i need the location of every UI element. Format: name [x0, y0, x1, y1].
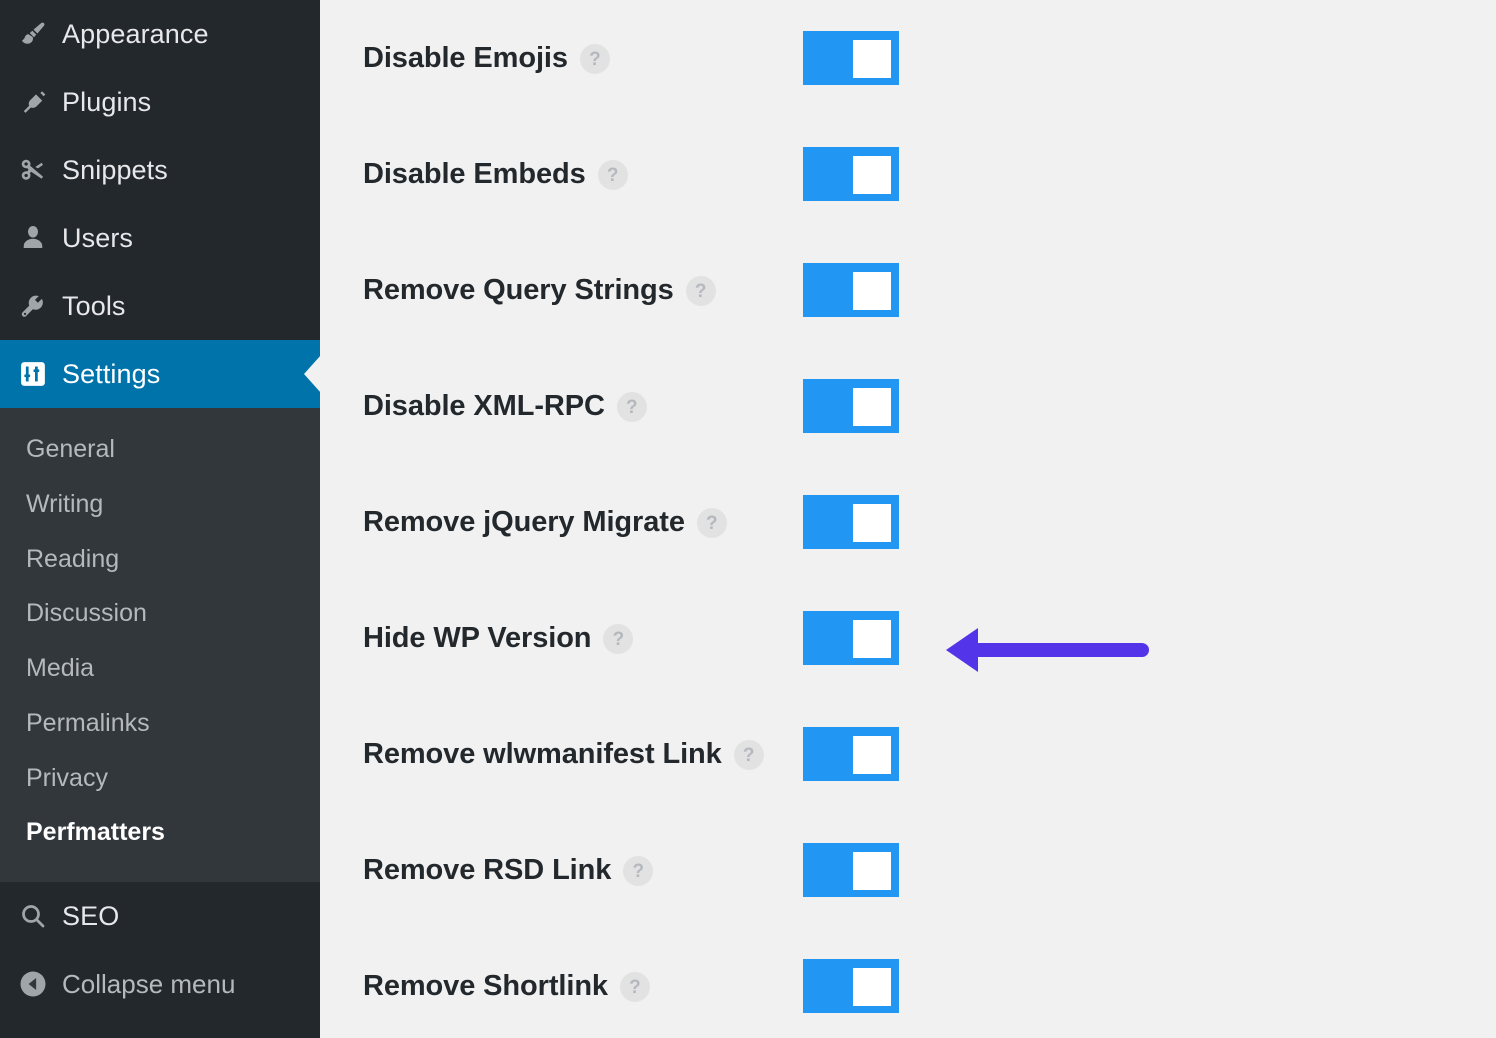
toggle-knob	[853, 272, 891, 310]
help-icon[interactable]: ?	[619, 972, 650, 1002]
setting-label-group: Hide WP Version ?	[363, 621, 634, 655]
sidebar-item-label: Settings	[62, 358, 161, 389]
perfmatters-settings-list: Disable Emojis ? Disable Embeds ? Remove…	[320, 0, 1496, 1038]
setting-row: Remove RSD Link ?	[320, 812, 1496, 928]
help-icon[interactable]: ?	[685, 276, 716, 306]
sidebar-item-label: SEO	[62, 900, 120, 931]
sidebar-item-seo[interactable]: SEO	[0, 882, 320, 950]
toggle-knob	[853, 40, 891, 78]
help-icon[interactable]: ?	[696, 508, 727, 538]
setting-label-group: Remove Shortlink ?	[363, 970, 650, 1003]
sidebar-item-label: Tools	[62, 290, 126, 321]
setting-label: Disable Emojis	[363, 41, 568, 74]
plug-icon	[18, 87, 62, 117]
setting-row: Disable Embeds ?	[320, 116, 1496, 232]
setting-label-group: Disable XML-RPC ?	[363, 390, 647, 423]
sidebar-item-label: Plugins	[62, 86, 152, 117]
sidebar-item-appearance[interactable]: Appearance	[0, 0, 320, 68]
wordpress-admin-screen: Appearance Plugins Snippets Users Tools …	[0, 0, 1496, 1038]
sidebar-subitem-perfmatters[interactable]: Perfmatters	[0, 805, 320, 860]
toggle-knob	[853, 504, 891, 542]
setting-row: Remove wlwmanifest Link ?	[320, 696, 1496, 812]
toggle-remove-query-strings[interactable]	[803, 263, 899, 317]
sidebar-subitem-discussion[interactable]: Discussion	[0, 586, 320, 641]
setting-row: Disable Emojis ?	[320, 0, 1496, 116]
sidebar-subitem-writing[interactable]: Writing	[0, 477, 320, 532]
search-icon	[18, 901, 62, 931]
sidebar-subitem-reading[interactable]: Reading	[0, 532, 320, 587]
setting-row: Remove Query Strings ?	[320, 232, 1496, 348]
scissors-icon	[18, 155, 62, 185]
sidebar-item-label: Users	[62, 222, 134, 253]
wrench-icon	[18, 291, 62, 321]
settings-content-panel: Disable Emojis ? Disable Embeds ? Remove…	[320, 0, 1496, 1038]
collapse-left-icon	[18, 969, 62, 999]
sidebar-subitem-media[interactable]: Media	[0, 641, 320, 696]
setting-label: Remove Shortlink	[363, 969, 608, 1002]
sidebar-item-snippets[interactable]: Snippets	[0, 136, 320, 204]
toggle-disable-embeds[interactable]	[803, 147, 899, 201]
setting-label: Remove wlwmanifest Link	[363, 737, 722, 770]
setting-row: Disable XML-RPC ?	[320, 348, 1496, 464]
sidebar-main-menu: Appearance Plugins Snippets Users Tools …	[0, 0, 320, 408]
toggle-knob	[853, 388, 891, 426]
setting-label-group: Remove RSD Link ?	[363, 853, 654, 887]
toggle-knob	[853, 968, 891, 1006]
help-icon[interactable]: ?	[603, 624, 634, 654]
sidebar-item-settings[interactable]: Settings	[0, 340, 320, 408]
toggle-knob	[853, 156, 891, 194]
help-icon[interactable]: ?	[579, 44, 610, 74]
toggle-knob	[853, 852, 891, 890]
setting-row: Remove Shortlink ?	[320, 928, 1496, 1038]
sidebar-item-plugins[interactable]: Plugins	[0, 68, 320, 136]
toggle-disable-emojis[interactable]	[803, 31, 899, 85]
setting-row: Hide WP Version ?	[320, 580, 1496, 696]
active-menu-notch	[304, 355, 320, 393]
setting-label: Disable Embeds	[363, 157, 586, 190]
toggle-remove-jquery-migrate[interactable]	[803, 495, 899, 549]
sidebar-item-collapse-menu[interactable]: Collapse menu	[0, 950, 320, 1018]
setting-label: Remove RSD Link	[363, 853, 612, 886]
setting-label: Remove jQuery Migrate	[363, 505, 685, 538]
toggle-remove-wlwmanifest-link[interactable]	[803, 727, 899, 781]
sidebar-item-users[interactable]: Users	[0, 204, 320, 272]
help-icon[interactable]: ?	[623, 856, 654, 886]
setting-label-group: Remove Query Strings ?	[363, 274, 716, 307]
setting-row: Remove jQuery Migrate ?	[320, 464, 1496, 580]
sidebar-bottom-menu: SEO Collapse menu	[0, 882, 320, 1018]
sidebar-item-label: Collapse menu	[62, 968, 236, 999]
toggle-remove-shortlink[interactable]	[803, 959, 899, 1013]
help-icon[interactable]: ?	[733, 740, 764, 770]
setting-label-group: Disable Emojis ?	[363, 42, 610, 75]
setting-label: Hide WP Version	[363, 621, 592, 654]
setting-label-group: Disable Embeds ?	[363, 158, 628, 191]
setting-label-group: Remove wlwmanifest Link ?	[363, 738, 764, 771]
sidebar-item-label: Appearance	[62, 18, 209, 49]
toggle-hide-wp-version[interactable]	[803, 611, 899, 665]
toggle-disable-xml-rpc[interactable]	[803, 379, 899, 433]
setting-label: Disable XML-RPC	[363, 389, 605, 422]
help-icon[interactable]: ?	[616, 392, 647, 422]
toggle-knob	[853, 736, 891, 774]
setting-label-group: Remove jQuery Migrate ?	[363, 506, 727, 539]
sidebar-item-tools[interactable]: Tools	[0, 272, 320, 340]
admin-sidebar: Appearance Plugins Snippets Users Tools …	[0, 0, 320, 1038]
user-icon	[18, 223, 62, 253]
setting-label: Remove Query Strings	[363, 273, 674, 306]
toggle-knob	[853, 620, 891, 658]
help-icon[interactable]: ?	[597, 160, 628, 190]
paintbrush-icon	[18, 19, 62, 49]
sidebar-subitem-privacy[interactable]: Privacy	[0, 751, 320, 806]
sliders-icon	[18, 359, 62, 389]
sidebar-subitem-general[interactable]: General	[0, 422, 320, 477]
sidebar-subitem-permalinks[interactable]: Permalinks	[0, 696, 320, 751]
sidebar-item-label: Snippets	[62, 154, 168, 185]
toggle-remove-rsd-link[interactable]	[803, 843, 899, 897]
sidebar-submenu-settings: General Writing Reading Discussion Media…	[0, 408, 320, 882]
